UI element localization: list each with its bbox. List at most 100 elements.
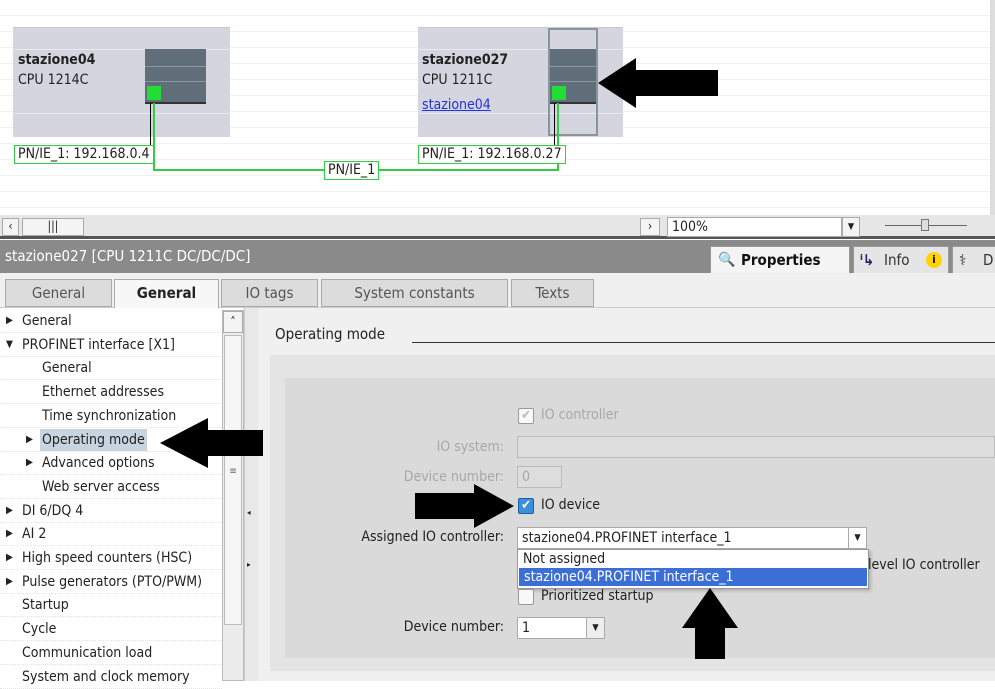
tree-item[interactable]: General [0,356,222,381]
tree-item[interactable]: System and clock memory [0,665,222,689]
collapsed-arrow-icon[interactable]: ▶ [26,428,33,452]
dropdown-option-not-assigned[interactable]: Not assigned [518,550,868,568]
device-number-disabled-field[interactable]: 0 [517,466,562,488]
tree-item-label: Pulse generators (PTO/PWM) [22,573,203,590]
io-device-label: IO device [541,497,601,513]
device-stazione04[interactable]: stazione04 CPU 1214C [13,27,230,137]
assigned-io-controller-select[interactable]: stazione04.PROFINET interface_1 ▼ [517,527,867,549]
network-view-canvas[interactable]: stazione04 CPU 1214C stazione027 CPU 121… [0,0,990,215]
io-controller-checkbox[interactable]: ✔ [518,408,534,424]
collapsed-arrow-icon[interactable]: ▶ [6,499,13,523]
section-inner [285,378,995,658]
tab-diagnostics[interactable]: ⚕ D [952,246,995,274]
device-cpu: CPU 1214C [18,72,89,88]
io-controller-link[interactable]: stazione04 [422,97,491,113]
tree-item-label: AI 2 [22,526,47,543]
collapsed-arrow-icon[interactable]: ▶ [6,522,13,546]
scroll-up-button[interactable]: ˄ [223,311,243,333]
profinet-port-icon[interactable] [552,86,566,100]
tree-item[interactable]: Cycle [0,617,222,642]
tree-item[interactable]: ▶ Pulse generators (PTO/PWM) [0,570,222,594]
annotation-arrow-left [598,58,718,108]
canvas-vertical-scrollbar[interactable] [990,0,995,215]
tab-system-constants[interactable]: System constants [321,279,508,307]
chevron-down-icon[interactable]: ▼ [586,618,604,638]
tree-scrollbar[interactable]: ˄ ≡ [222,310,244,681]
info-icon: ⁱ↳ [860,251,875,269]
device-cpu: CPU 1211C [422,72,493,88]
tree-item-label: General [22,313,72,329]
interface-label[interactable]: PN/IE_1: 192.168.0.27 [418,145,566,164]
profinet-port-icon[interactable] [147,86,161,100]
tab-general-1[interactable]: General [5,279,112,307]
splitter[interactable]: ◂ ▸ [244,308,258,681]
collapsed-arrow-icon[interactable]: ▶ [6,546,13,570]
scroll-thumb[interactable]: ||| [22,218,84,236]
tree-item-label: Startup [22,597,69,614]
tree-item[interactable]: Ethernet addresses [0,380,222,405]
tree-item[interactable]: ▶ High speed counters (HSC) [0,546,222,570]
scroll-left-button[interactable]: ‹ [2,218,19,236]
tree-item[interactable]: ▼ PROFINET interface [X1] [0,333,222,357]
device-name: stazione027 [422,52,509,68]
canvas-horizontal-scrollbar[interactable]: ‹ ||| › 100% ▼ [0,215,995,239]
tree-item[interactable]: Web server access [0,475,222,499]
tree-item-label: PROFINET interface [X1] [22,336,175,353]
zoom-slider-handle[interactable] [921,219,929,231]
io-system-label: IO system: [436,439,504,455]
tab-io-tags[interactable]: IO tags [221,279,318,307]
warning-badge-icon: i [926,252,942,268]
tree-item[interactable]: ▶ DI 6/DQ 4 [0,499,222,523]
chevron-down-icon[interactable]: ▼ [842,217,860,237]
assigned-io-controller-dropdown: Not assigned stazione04.PROFINET interfa… [517,549,869,589]
expanded-arrow-icon[interactable]: ▼ [6,333,13,357]
collapse-left-icon[interactable]: ◂ [247,508,251,517]
tree-item-label: High speed counters (HSC) [22,550,193,566]
tree-item[interactable]: Startup [0,593,222,618]
zoom-select[interactable]: 100% [667,217,842,237]
device-stazione027[interactable]: stazione027 CPU 1211C stazione04 [418,27,623,137]
tree-item-label: Web server access [42,478,160,495]
subnet-label[interactable]: PN/IE_1 [324,161,380,180]
tree-item[interactable]: ▶ AI 2 [0,522,222,547]
tab-info[interactable]: ⁱ↳ Info i [853,246,949,274]
tree-item-label: Advanced options [42,455,155,472]
chevron-down-icon[interactable]: ▼ [848,528,866,548]
diagnostics-icon: ⚕ [959,251,967,269]
tree-item[interactable]: ▶ General [0,309,222,333]
tree-item-label: Communication load [22,644,153,661]
prioritized-startup-checkbox[interactable] [518,589,534,605]
tree-item-label: Ethernet addresses [42,384,165,401]
dropdown-option-stazione04[interactable]: stazione04.PROFINET interface_1 [519,568,867,586]
device-number-disabled-label: Device number: [403,469,504,485]
tree-item[interactable]: Communication load [0,641,222,665]
collapsed-arrow-icon[interactable]: ▶ [26,451,33,475]
partial-label: level IO controller [868,557,980,573]
io-device-checkbox[interactable]: ✔ [518,498,534,514]
device-number-select[interactable]: 1 ▼ [517,617,605,639]
tree-item-label: Time synchronization [42,407,177,424]
scroll-thumb[interactable]: ≡ [224,335,242,625]
assigned-io-controller-label: Assigned IO controller: [361,529,504,545]
cpu-module-image[interactable] [550,49,596,104]
scroll-right-button[interactable]: › [640,218,660,236]
navigation-tree: ▶ General ▼ PROFINET interface [X1] General E… [0,308,222,689]
tab-properties[interactable]: 🔍 Properties [710,246,850,274]
section-divider [412,342,995,343]
tree-item-label: System and clock memory [22,668,190,685]
tree-item-label: Cycle [22,621,57,638]
device-name: stazione04 [18,52,96,68]
interface-label[interactable]: PN/IE_1: 192.168.0.4 [14,145,154,164]
annotation-arrow-up [682,588,738,659]
device-number-label: Device number: [403,619,504,635]
collapsed-arrow-icon[interactable]: ▶ [6,570,13,594]
tab-general-2[interactable]: General [114,279,219,309]
tab-texts[interactable]: Texts [511,279,594,307]
annotation-arrow-right [415,484,514,528]
annotation-arrow-left [160,418,263,468]
tree-item-label: DI 6/DQ 4 [22,502,84,519]
io-system-field[interactable] [517,436,995,458]
cpu-module-image[interactable] [145,49,206,104]
collapsed-arrow-icon[interactable]: ▶ [6,309,13,333]
expand-right-icon[interactable]: ▸ [247,560,251,569]
